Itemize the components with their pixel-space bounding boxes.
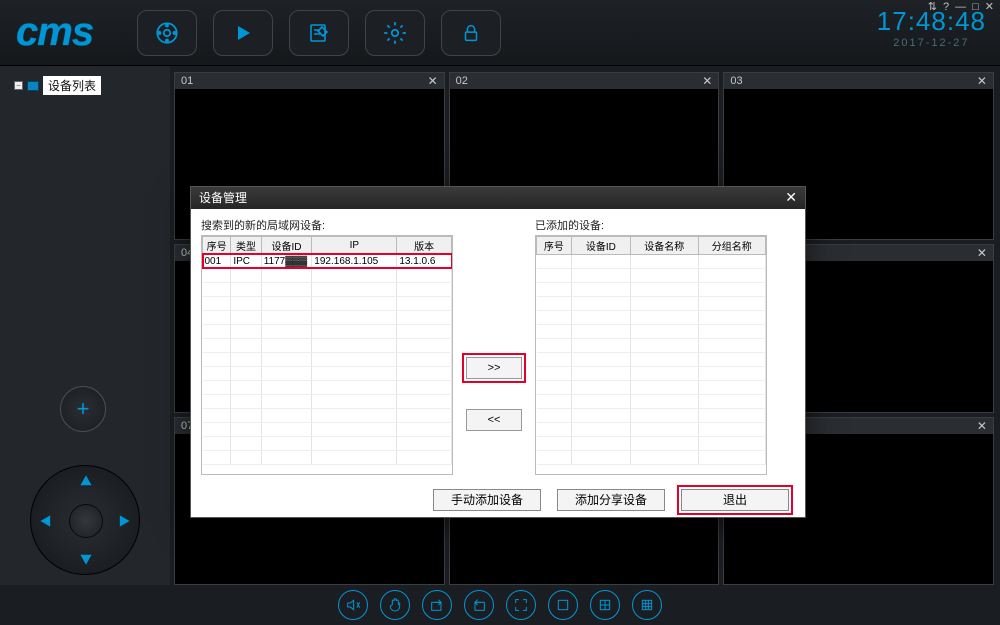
sidebar: − 设备列表 + (0, 66, 170, 585)
nav-edit-button[interactable] (289, 10, 349, 56)
dialog-close-icon[interactable]: ✕ (785, 189, 797, 206)
discovered-table[interactable]: 序号 类型 设备ID IP 版本 001IPC1177▓▓▓192.168.1.… (201, 235, 453, 475)
ptz-up-icon[interactable] (79, 474, 93, 488)
table-row[interactable] (537, 268, 766, 282)
table-row[interactable]: 001IPC1177▓▓▓192.168.1.10513.1.0.6 (203, 254, 452, 268)
tree-collapse-icon[interactable]: − (14, 81, 23, 90)
manual-add-button[interactable]: 手动添加设备 (433, 489, 541, 511)
added-label: 已添加的设备: (535, 217, 767, 233)
added-table[interactable]: 序号 设备ID 设备名称 分组名称 (535, 235, 767, 475)
nav-settings-button[interactable] (365, 10, 425, 56)
table-row[interactable] (203, 268, 452, 282)
col2-group[interactable]: 分组名称 (698, 236, 766, 254)
table-row[interactable] (537, 394, 766, 408)
footer-toolbar (0, 585, 1000, 625)
cell-close-icon[interactable]: ✕ (977, 246, 987, 260)
col-ip[interactable]: IP (312, 236, 397, 254)
table-row[interactable] (537, 282, 766, 296)
ptz-down-icon[interactable] (79, 552, 93, 566)
table-row[interactable] (537, 366, 766, 380)
app-logo: cms (16, 10, 93, 55)
network-icon[interactable]: ⇅ (928, 0, 937, 13)
add-device-button[interactable]: + (60, 386, 106, 432)
table-row[interactable] (203, 352, 452, 366)
cell-label: 01 (181, 75, 193, 87)
table-row[interactable] (203, 310, 452, 324)
window-controls: ⇅ ? — □ ✕ (928, 0, 994, 13)
cell-close-icon[interactable]: ✕ (977, 419, 987, 433)
ptz-dpad[interactable] (30, 465, 140, 575)
mute-button[interactable] (338, 590, 368, 620)
discovered-panel: 搜索到的新的局域网设备: 序号 类型 设备ID IP 版本 001IPC1177… (201, 217, 453, 475)
table-row[interactable] (537, 338, 766, 352)
nav-record-button[interactable] (137, 10, 197, 56)
tree-root-label: 设备列表 (43, 76, 101, 95)
close-icon[interactable]: ✕ (985, 0, 994, 13)
cell-close-icon[interactable]: ✕ (977, 74, 987, 88)
table-row[interactable] (537, 310, 766, 324)
maximize-icon[interactable]: □ (972, 1, 979, 13)
table-row[interactable] (203, 338, 452, 352)
export-button[interactable] (422, 590, 452, 620)
cell-label: 02 (456, 75, 468, 87)
dialog-footer: 手动添加设备 添加分享设备 退出 (191, 483, 805, 517)
ptz-left-icon[interactable] (39, 514, 53, 528)
fullscreen-button[interactable] (506, 590, 536, 620)
table-row[interactable] (537, 436, 766, 450)
table-row[interactable] (203, 408, 452, 422)
dialog-title: 设备管理 (199, 189, 247, 206)
layout-9-button[interactable] (632, 590, 662, 620)
cell-close-icon[interactable]: ✕ (428, 74, 438, 88)
table-row[interactable] (537, 352, 766, 366)
help-icon[interactable]: ? (943, 1, 949, 13)
table-row[interactable] (537, 450, 766, 464)
layout-1-button[interactable] (548, 590, 578, 620)
table-row[interactable] (203, 394, 452, 408)
col2-no[interactable]: 序号 (537, 236, 572, 254)
import-button[interactable] (464, 590, 494, 620)
table-row[interactable] (203, 296, 452, 310)
tree-folder-icon (27, 81, 39, 91)
minimize-icon[interactable]: — (955, 1, 966, 13)
table-row[interactable] (203, 282, 452, 296)
dialog-titlebar: 设备管理 ✕ (191, 187, 805, 209)
table-row[interactable] (203, 380, 452, 394)
table-row[interactable] (537, 296, 766, 310)
remove-selected-button[interactable]: << (466, 409, 522, 431)
nav-lock-button[interactable] (441, 10, 501, 56)
table-row[interactable] (203, 450, 452, 464)
table-row[interactable] (537, 422, 766, 436)
discovered-label: 搜索到的新的局域网设备: (201, 217, 453, 233)
col-no[interactable]: 序号 (203, 236, 231, 254)
table-row[interactable] (537, 380, 766, 394)
device-manage-dialog: 设备管理 ✕ 搜索到的新的局域网设备: 序号 类型 设备ID IP 版本 001… (190, 186, 806, 518)
add-selected-button[interactable]: >> (466, 357, 522, 379)
device-tree-root[interactable]: − 设备列表 (14, 76, 156, 95)
table-row[interactable] (203, 422, 452, 436)
app-header: cms 17:48:48 2017-12-27 ⇅ ? — □ ✕ (0, 0, 1000, 66)
table-row[interactable] (537, 254, 766, 268)
col-devid[interactable]: 设备ID (261, 236, 312, 254)
col-ver[interactable]: 版本 (397, 236, 452, 254)
add-share-button[interactable]: 添加分享设备 (557, 489, 665, 511)
table-row[interactable] (203, 324, 452, 338)
table-row[interactable] (203, 366, 452, 380)
ptz-center-button[interactable] (69, 504, 103, 538)
ptz-right-icon[interactable] (117, 514, 131, 528)
layout-4-button[interactable] (590, 590, 620, 620)
table-row[interactable] (203, 436, 452, 450)
nav-play-button[interactable] (213, 10, 273, 56)
transfer-buttons: >> << (459, 217, 529, 475)
added-panel: 已添加的设备: 序号 设备ID 设备名称 分组名称 (535, 217, 767, 475)
table-row[interactable] (537, 324, 766, 338)
hand-button[interactable] (380, 590, 410, 620)
table-row[interactable] (537, 408, 766, 422)
cell-close-icon[interactable]: ✕ (702, 74, 712, 88)
col-type[interactable]: 类型 (231, 236, 261, 254)
clock-date: 2017-12-27 (877, 37, 986, 49)
exit-button[interactable]: 退出 (681, 489, 789, 511)
col2-devid[interactable]: 设备ID (571, 236, 630, 254)
col2-name[interactable]: 设备名称 (631, 236, 698, 254)
cell-label: 03 (730, 75, 742, 87)
